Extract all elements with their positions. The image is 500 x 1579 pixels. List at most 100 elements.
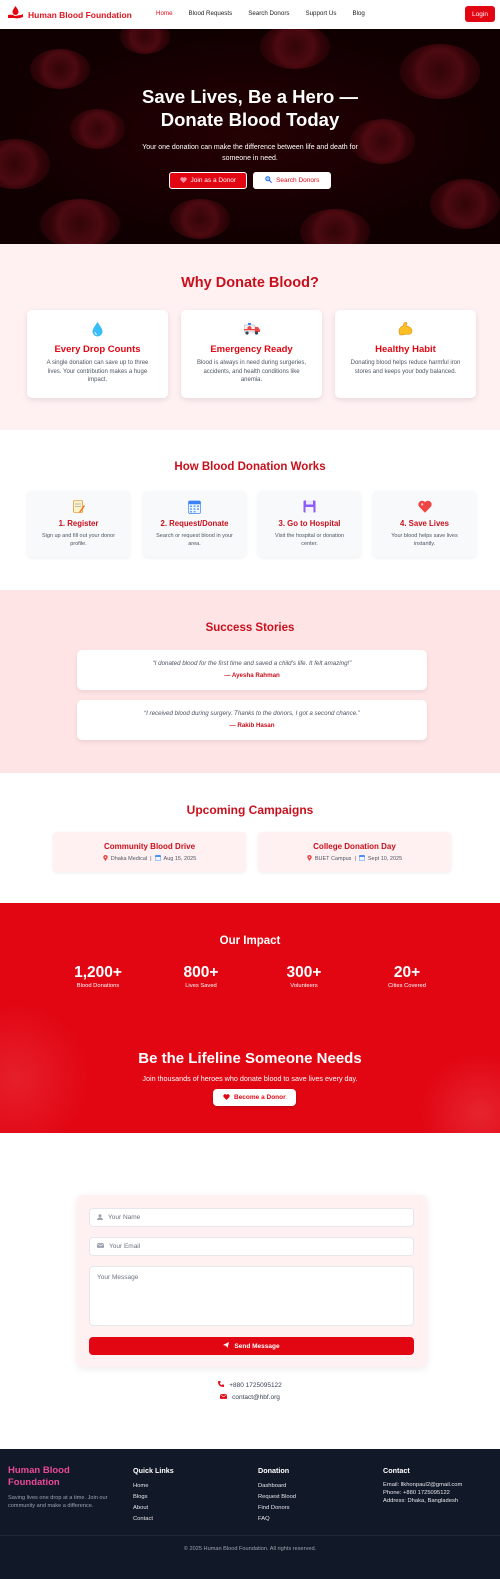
envelope-icon	[96, 1243, 105, 1250]
search-icon	[265, 176, 273, 185]
stat-number: 1,200+	[74, 964, 122, 981]
pin-icon	[102, 855, 108, 863]
nav-link-search-donors[interactable]: Search Donors	[248, 10, 289, 17]
campaigns-title: Upcoming Campaigns	[186, 803, 314, 817]
separator: |	[354, 856, 356, 862]
memo-icon	[27, 500, 130, 514]
why-card: Healthy Habit Donating blood helps reduc…	[335, 310, 476, 398]
message-field[interactable]: Your Message	[89, 1266, 414, 1326]
step-card: 2. Request/Donate Search or request bloo…	[143, 491, 246, 557]
campaign-date: Sept 10, 2025	[367, 856, 403, 862]
email-field[interactable]: Your Email	[89, 1237, 414, 1256]
footer-link-contact[interactable]: Contact	[133, 1514, 174, 1525]
footer-link-blogs[interactable]: Blogs	[133, 1492, 174, 1503]
contact-email: contact@hbf.org	[0, 1394, 500, 1401]
separator: |	[150, 856, 152, 862]
footer-contact: Contact Email: llkhonpaul2@gmail.com Pho…	[383, 1466, 462, 1505]
send-message-button[interactable]: Send Message	[89, 1337, 414, 1355]
step-card: 1. Register Sign up and fill out your do…	[27, 491, 130, 557]
step-text: Search or request blood in your area.	[156, 533, 233, 547]
heart-icon	[179, 176, 187, 185]
brand[interactable]: Human Blood Foundation	[8, 6, 132, 24]
impact-title: Our Impact	[219, 935, 281, 947]
hero-section: Save Lives, Be a Hero — Donate Blood Toda…	[0, 29, 500, 244]
heart-icon	[223, 1093, 230, 1102]
campaign-meta: BUET Campus | Sept 10, 2025	[258, 855, 451, 863]
login-button[interactable]: Login	[465, 6, 495, 22]
hero-subtitle: Your one donation can make the differenc…	[142, 144, 358, 162]
stat-number: 20+	[393, 964, 421, 981]
footer-link-dashboard[interactable]: Dashboard	[258, 1481, 296, 1492]
nav-link-support-us[interactable]: Support Us	[305, 10, 336, 17]
campaign-place: BUET Campus	[314, 856, 352, 862]
campaign-card[interactable]: Community Blood Drive Dhaka Medical | Au…	[53, 832, 246, 872]
footer-brand-line2: Foundation	[8, 1477, 60, 1488]
cta-title: Be the Lifeline Someone Needs	[138, 1050, 362, 1067]
step-text: Visit the hospital or donation center.	[275, 533, 344, 547]
user-icon	[97, 1213, 103, 1222]
testimonial-quote: “I received blood during surgery. Thanks…	[144, 710, 360, 717]
footer-link-about[interactable]: About	[133, 1503, 174, 1514]
nav-link-home[interactable]: Home	[156, 10, 173, 17]
hero-overlay	[0, 29, 500, 244]
testimonial-card: “I donated blood for the first time and …	[77, 650, 427, 690]
send-message-label: Send Message	[234, 1342, 280, 1350]
footer-link-request-blood[interactable]: Request Blood	[258, 1492, 296, 1503]
phone-text: +880 1725095122	[229, 1381, 282, 1389]
name-field[interactable]: Your Name	[89, 1208, 414, 1227]
campaigns-section: Upcoming Campaigns Community Blood Drive…	[0, 773, 500, 903]
copyright-text: © 2025 Human Blood Foundation. All right…	[183, 1546, 317, 1552]
footer: Human Blood Foundation Saving lives one d…	[0, 1449, 500, 1579]
footer-link-find-donors[interactable]: Find Donors	[258, 1503, 296, 1514]
pin-icon	[307, 855, 312, 863]
floppy-icon	[258, 500, 361, 514]
footer-link-home[interactable]: Home	[133, 1481, 174, 1492]
why-donate-section: Why Donate Blood? Every Drop Counts A si…	[0, 244, 500, 430]
footer-link-faq[interactable]: FAQ	[258, 1514, 296, 1525]
contact-phone: +880 1725095122	[0, 1381, 500, 1389]
success-stories-section: Success Stories “I donated blood for the…	[0, 590, 500, 773]
calendar-icon	[143, 500, 246, 514]
ambulance-icon	[181, 322, 322, 338]
step-text: Sign up and fill out your donor profile.	[41, 533, 116, 547]
campaign-title: College Donation Day	[313, 842, 396, 851]
why-title: Why Donate Blood?	[181, 275, 319, 291]
footer-brand-line1: Human Blood	[8, 1465, 70, 1476]
become-donor-button[interactable]: Become a Donor	[213, 1089, 296, 1106]
nav-link-blog[interactable]: Blog	[352, 10, 364, 17]
email-text: contact@hbf.org	[232, 1394, 280, 1401]
footer-donation-links: Donation Dashboard Request Blood Find Do…	[258, 1466, 296, 1525]
decorative-glow	[0, 1003, 90, 1133]
campaign-card[interactable]: College Donation Day BUET Campus | Sept …	[258, 832, 451, 872]
stat-label: Cities Covered	[387, 983, 427, 989]
footer-brand: Human Blood Foundation Saving lives one d…	[8, 1465, 118, 1510]
envelope-icon	[219, 1394, 228, 1401]
nav-link-blood-requests[interactable]: Blood Requests	[189, 10, 233, 17]
phone-icon	[218, 1381, 225, 1389]
impact-stat: 300+ Volunteers	[254, 964, 354, 989]
join-donor-label: Join as a Donor	[190, 177, 237, 184]
footer-quick-title: Quick Links	[133, 1466, 174, 1475]
stat-number: 800+	[183, 964, 219, 981]
step-title: 2. Request/Donate	[160, 519, 229, 528]
how-title: How Blood Donation Works	[174, 461, 326, 473]
testimonial-author: — Ayesha Rahman	[224, 672, 280, 679]
name-placeholder: Your Name	[108, 1214, 141, 1221]
why-card-title: Healthy Habit	[375, 344, 436, 355]
hero-title: Save Lives, Be a Hero — Donate Blood Toda…	[0, 85, 500, 131]
footer-contact-email: Email: llkhonpaul2@gmail.com	[383, 1482, 463, 1488]
footer-contact-title: Contact	[383, 1466, 410, 1475]
calendar-icon	[358, 855, 365, 863]
join-donor-button[interactable]: Join as a Donor	[168, 172, 248, 189]
search-donors-button[interactable]: Search Donors	[253, 172, 332, 189]
become-donor-label: Become a Donor	[234, 1094, 286, 1101]
footer-donation-title: Donation	[258, 1466, 290, 1475]
footer-divider	[0, 1535, 500, 1536]
impact-stat: 800+ Lives Saved	[151, 964, 251, 989]
footer-description: Saving lives one drop at a time. Join ou…	[8, 1495, 108, 1509]
droplet-icon	[27, 322, 168, 338]
footer-brand-name: Human Blood Foundation	[8, 1465, 118, 1489]
step-text: Your blood helps save lives instantly.	[391, 533, 458, 547]
message-placeholder: Your Message	[97, 1274, 139, 1281]
campaign-date: Aug 15, 2025	[163, 856, 197, 862]
